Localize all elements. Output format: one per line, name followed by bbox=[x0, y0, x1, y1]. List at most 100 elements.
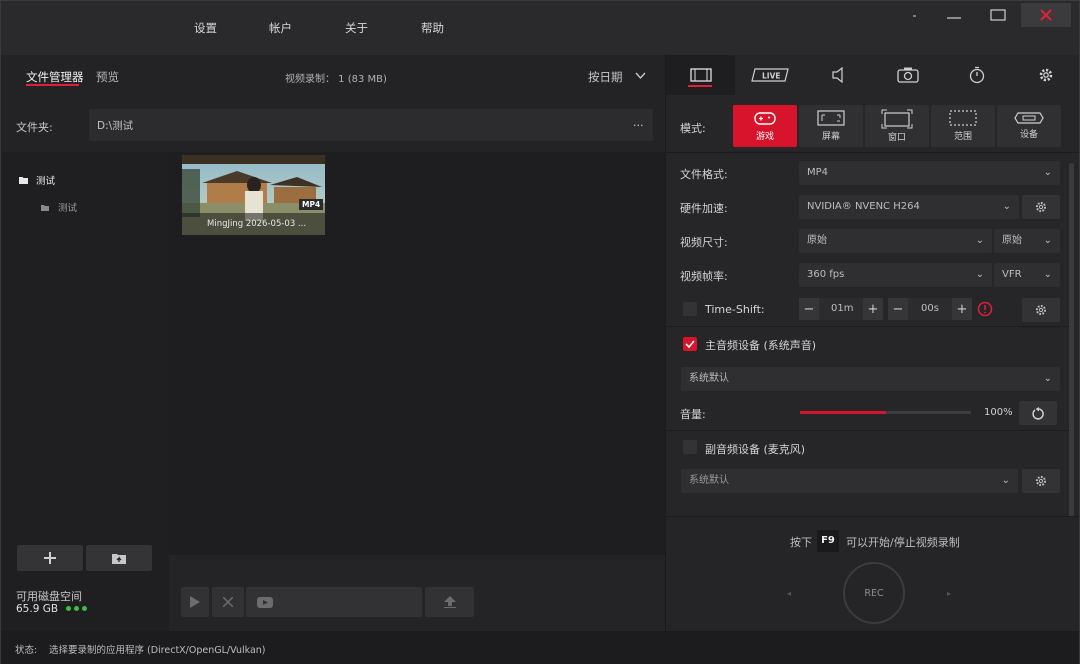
sub-audio-settings-button[interactable] bbox=[1022, 469, 1060, 493]
tree-item-label: 测试 bbox=[58, 203, 78, 214]
disk-space-value: 65.9 GB bbox=[16, 603, 59, 615]
hotkey-badge: F9 bbox=[817, 530, 839, 552]
menu-settings[interactable]: 设置 bbox=[194, 20, 217, 36]
timeshift-minutes-stepper[interactable]: − 01m + bbox=[799, 298, 883, 320]
gamepad-icon bbox=[754, 111, 776, 125]
video-size-value: 原始 bbox=[807, 235, 827, 246]
svg-text:LIVE: LIVE bbox=[762, 72, 781, 81]
timeshift-label: Time-Shift: bbox=[705, 303, 765, 316]
x-icon bbox=[223, 597, 233, 607]
video-scale-value: 原始 bbox=[1002, 235, 1022, 246]
tree-item-root[interactable]: 测试 bbox=[19, 173, 55, 187]
tab-file-manager[interactable]: 文件管理器 bbox=[26, 69, 84, 85]
plus-button[interactable]: + bbox=[952, 298, 972, 320]
file-format-label: 文件格式: bbox=[680, 168, 728, 181]
chevron-down-icon[interactable] bbox=[635, 72, 646, 80]
film-icon bbox=[689, 68, 712, 82]
chevron-down-icon: ⌄ bbox=[1001, 475, 1010, 486]
sub-audio-device-select[interactable]: 系统默认 ⌄ bbox=[681, 469, 1018, 493]
live-icon: LIVE bbox=[750, 68, 789, 82]
gear-icon bbox=[1036, 202, 1046, 212]
fps-mode-select[interactable]: VFR ⌄ bbox=[994, 263, 1060, 287]
volume-reset-button[interactable] bbox=[1019, 401, 1057, 425]
tab-timer[interactable] bbox=[942, 55, 1011, 95]
sub-audio-checkbox[interactable] bbox=[683, 440, 697, 454]
video-size-label: 视频尺寸: bbox=[680, 236, 728, 249]
tab-screenshot[interactable] bbox=[873, 55, 942, 95]
tab-audio[interactable] bbox=[804, 55, 873, 95]
maximize-button[interactable] bbox=[973, 3, 1023, 27]
record-button[interactable]: REC bbox=[843, 562, 905, 624]
tab-settings[interactable] bbox=[1011, 55, 1080, 95]
mode-screen-button[interactable]: 屏幕 bbox=[799, 105, 863, 147]
video-size-select[interactable]: 原始 ⌄ bbox=[799, 229, 992, 253]
upload-youtube-button[interactable] bbox=[246, 587, 422, 617]
minimize-button[interactable] bbox=[929, 3, 979, 27]
upload-button[interactable] bbox=[425, 587, 474, 617]
open-folder-button[interactable] bbox=[86, 545, 152, 571]
timeshift-settings-button[interactable] bbox=[1022, 298, 1060, 322]
main-audio-label: 主音频设备 (系统声音) bbox=[705, 339, 817, 352]
fps-value: 360 fps bbox=[807, 269, 845, 280]
mode-window-button[interactable]: 窗口 bbox=[865, 105, 929, 147]
settings-scrollbar[interactable] bbox=[1069, 163, 1074, 523]
format-badge: MP4 bbox=[299, 199, 324, 210]
minus-button[interactable]: − bbox=[799, 298, 819, 320]
reset-icon bbox=[1031, 406, 1044, 420]
folder-label: 文件夹: bbox=[16, 121, 53, 134]
folder-export-icon bbox=[112, 554, 126, 564]
sort-dropdown[interactable]: 按日期 bbox=[588, 69, 623, 85]
sub-audio-device: 系统默认 bbox=[689, 475, 729, 486]
menu-about[interactable]: 关于 bbox=[345, 20, 368, 36]
volume-slider[interactable] bbox=[800, 411, 971, 414]
warning-icon[interactable] bbox=[977, 301, 993, 317]
timeshift-seconds-stepper[interactable]: − 00s + bbox=[888, 298, 972, 320]
play-button[interactable] bbox=[181, 587, 209, 617]
status-label: 状态: bbox=[15, 645, 38, 656]
divider bbox=[666, 152, 1079, 153]
mode-label: 游戏 bbox=[755, 131, 774, 142]
check-icon bbox=[685, 340, 695, 348]
divider bbox=[666, 430, 1069, 431]
tab-preview[interactable]: 预览 bbox=[96, 69, 119, 85]
hw-accel-value: NVIDIA® NVENC H264 bbox=[807, 201, 920, 212]
main-audio-device-select[interactable]: 系统默认 ⌄ bbox=[681, 367, 1060, 391]
menu-help[interactable]: 帮助 bbox=[421, 20, 444, 36]
file-format-select[interactable]: MP4 ⌄ bbox=[799, 161, 1060, 185]
tab-video[interactable] bbox=[666, 55, 735, 95]
mode-area-button[interactable]: 范围 bbox=[931, 105, 995, 147]
mode-game-button[interactable]: 游戏 bbox=[733, 105, 797, 147]
folder-path-field[interactable]: D:\测试 ... bbox=[89, 109, 653, 141]
hw-accel-settings-button[interactable] bbox=[1022, 195, 1060, 219]
mode-device-button[interactable]: 设备 bbox=[997, 105, 1061, 147]
delete-button[interactable] bbox=[212, 587, 244, 617]
upload-icon bbox=[443, 596, 456, 608]
gear-icon bbox=[1036, 305, 1046, 315]
camera-icon bbox=[896, 67, 919, 83]
timeshift-checkbox[interactable] bbox=[683, 302, 697, 316]
folder-more-button[interactable]: ... bbox=[633, 116, 644, 129]
plus-icon bbox=[44, 552, 56, 564]
minus-button[interactable]: − bbox=[888, 298, 908, 320]
folder-path: D:\测试 bbox=[97, 120, 134, 132]
record-label: REC bbox=[864, 587, 884, 599]
video-scale-select[interactable]: 原始 ⌄ bbox=[994, 229, 1060, 253]
hw-accel-select[interactable]: NVIDIA® NVENC H264 ⌄ bbox=[799, 195, 1019, 219]
main-audio-device: 系统默认 bbox=[689, 373, 729, 384]
close-button[interactable] bbox=[1021, 3, 1071, 27]
tab-live[interactable]: LIVE bbox=[735, 55, 804, 95]
timeshift-minutes: 01m bbox=[831, 303, 854, 314]
add-folder-button[interactable] bbox=[17, 545, 83, 571]
menu-account[interactable]: 帐户 bbox=[269, 20, 292, 36]
main-audio-checkbox[interactable] bbox=[683, 337, 697, 351]
chevron-down-icon: ⌄ bbox=[1043, 269, 1052, 280]
video-thumbnail[interactable]: MP4 MingJing 2026-05-03 ... bbox=[182, 155, 325, 235]
plus-button[interactable]: + bbox=[863, 298, 883, 320]
fps-select[interactable]: 360 fps ⌄ bbox=[799, 263, 992, 287]
thumbnail-caption: MingJing 2026-05-03 ... bbox=[207, 219, 307, 229]
tree-item-child[interactable]: 测试 bbox=[41, 200, 77, 214]
mode-label: 屏幕 bbox=[821, 132, 840, 142]
hotkey-hint: 可以开始/停止视频录制 bbox=[846, 536, 960, 549]
left-panel: 文件管理器 预览 视频录制： 1 (83 MB) 按日期 文件夹: D:\测试 … bbox=[1, 55, 665, 631]
device-icon bbox=[1014, 112, 1044, 124]
